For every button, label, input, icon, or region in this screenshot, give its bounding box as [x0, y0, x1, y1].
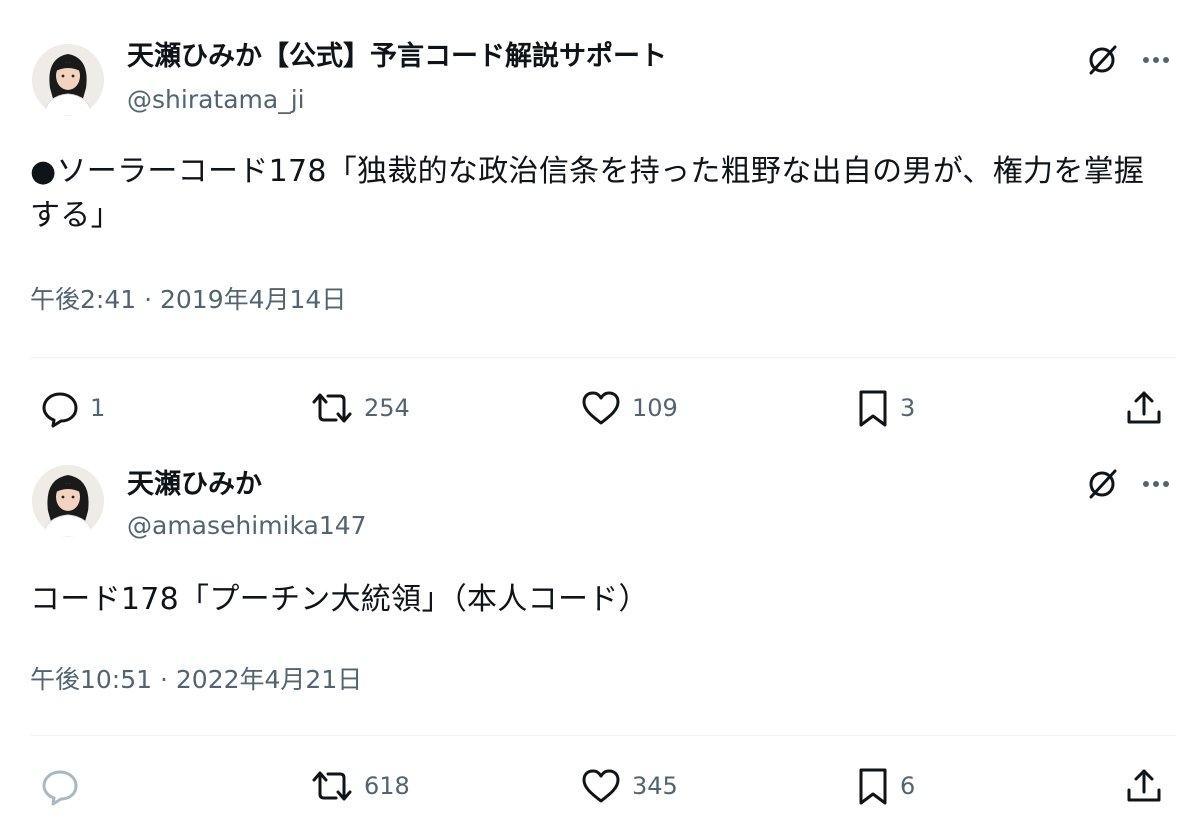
grok-icon[interactable] [1082, 40, 1122, 80]
display-name[interactable]: 天瀬ひみか【公式】予言コード解説サポート [127, 40, 667, 74]
display-name[interactable]: 天瀬ひみか [127, 468, 262, 502]
grok-icon[interactable] [1082, 464, 1122, 504]
avatar[interactable] [32, 465, 104, 537]
bookmark-icon [859, 390, 887, 427]
tweet-text: コード178「プーチン大統領」（本人コード） [30, 582, 649, 617]
avatar[interactable] [32, 44, 104, 116]
share-button[interactable] [1124, 764, 1164, 808]
bookmark-icon [859, 768, 887, 805]
timestamp[interactable]: 午後10:51 · 2022年4月21日 [30, 664, 362, 696]
user-handle[interactable]: @shiratama_ji [127, 84, 305, 116]
tweet-2: 天瀬ひみか @amasehimika147 コード178「プーチン大統領」（本人… [0, 440, 1199, 832]
reply-count: 1 [90, 394, 106, 422]
share-button[interactable] [1124, 386, 1164, 430]
user-handle[interactable]: @amasehimika147 [127, 510, 367, 542]
tweet-1: 天瀬ひみか【公式】予言コード解説サポート @shiratama_ji ●ソーラー… [0, 0, 1199, 440]
more-icon[interactable] [1136, 464, 1176, 504]
bookmark-count: 3 [900, 394, 916, 422]
like-button[interactable]: 345 [580, 764, 678, 808]
timestamp[interactable]: 午後2:41 · 2019年4月14日 [30, 284, 346, 316]
retweet-icon [312, 393, 352, 423]
like-count: 109 [632, 394, 678, 422]
bookmark-count: 6 [900, 772, 916, 800]
share-icon [1127, 769, 1161, 802]
like-count: 345 [632, 772, 678, 800]
retweet-button[interactable]: 254 [310, 386, 410, 430]
bookmark-button[interactable]: 6 [856, 764, 915, 808]
retweet-icon [312, 771, 352, 801]
bookmark-button[interactable]: 3 [856, 386, 915, 430]
more-icon[interactable] [1136, 40, 1176, 80]
tweet-text: ●ソーラーコード178「独裁的な政治信条を持った粗野な出自の男が、権力を掌握する… [30, 154, 1145, 233]
reply-icon [42, 392, 78, 428]
heart-icon [582, 391, 620, 425]
divider [30, 357, 1176, 358]
retweet-button[interactable]: 618 [310, 764, 410, 808]
retweet-count: 618 [364, 772, 410, 800]
heart-icon [582, 769, 620, 803]
like-button[interactable]: 109 [580, 386, 678, 430]
divider [30, 735, 1176, 736]
retweet-count: 254 [364, 394, 410, 422]
reply-icon [42, 770, 78, 806]
reply-button[interactable] [40, 764, 90, 808]
reply-button[interactable]: 1 [40, 386, 105, 430]
share-icon [1127, 391, 1161, 424]
